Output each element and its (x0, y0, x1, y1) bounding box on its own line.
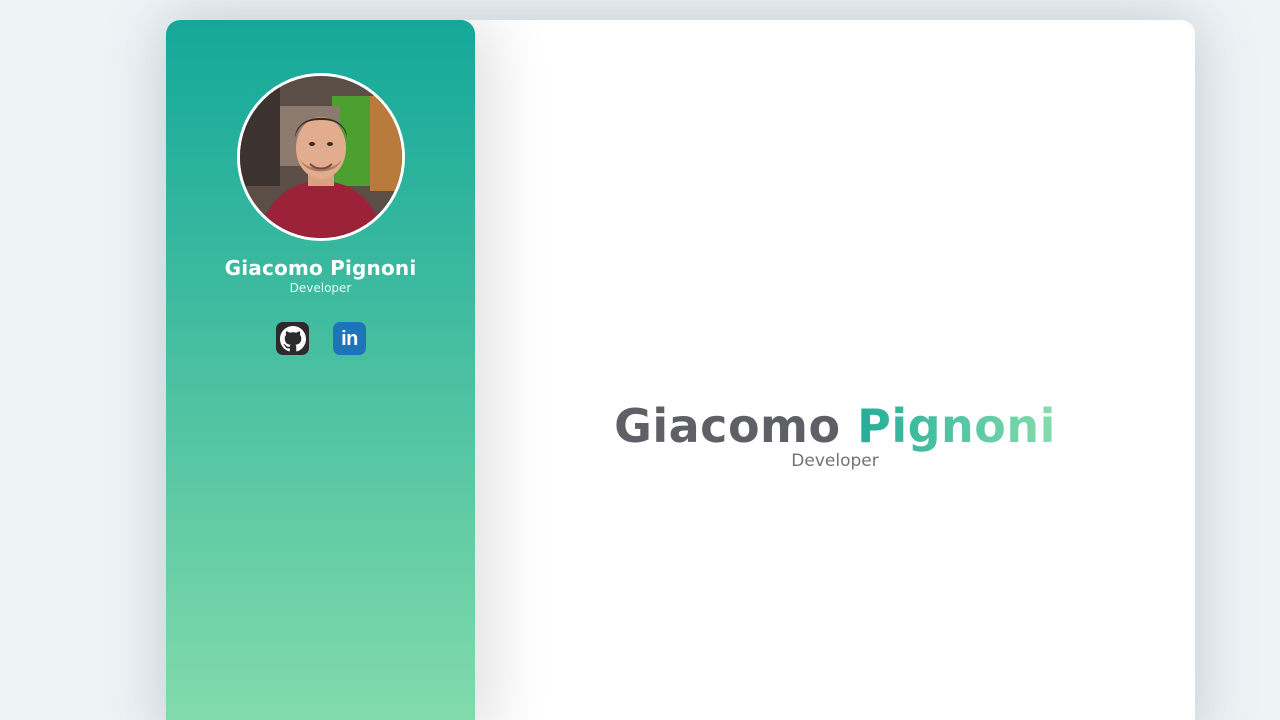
profile-card: Giacomo Pignoni Developer in Giacomo Pig… (166, 20, 1195, 720)
sidebar-name: Giacomo Pignoni (224, 256, 417, 280)
sidebar-role: Developer (289, 281, 352, 295)
linkedin-link[interactable]: in (333, 322, 366, 355)
main-content: Giacomo Pignoni Developer (475, 20, 1195, 720)
hero-name: Giacomo Pignoni (475, 398, 1195, 454)
social-links: in (276, 322, 366, 355)
page: Giacomo Pignoni Developer in Giacomo Pig… (0, 0, 1280, 720)
avatar (237, 73, 405, 241)
avatar-photo (240, 76, 402, 238)
github-link[interactable] (276, 322, 309, 355)
hero-role: Developer (791, 451, 879, 471)
linkedin-icon: in (341, 327, 358, 350)
sidebar: Giacomo Pignoni Developer in (166, 20, 475, 720)
hero-first-name: Giacomo (614, 399, 841, 453)
hero: Giacomo Pignoni Developer (475, 398, 1195, 471)
hero-last-name: Pignoni (857, 399, 1056, 453)
github-icon (279, 325, 306, 351)
